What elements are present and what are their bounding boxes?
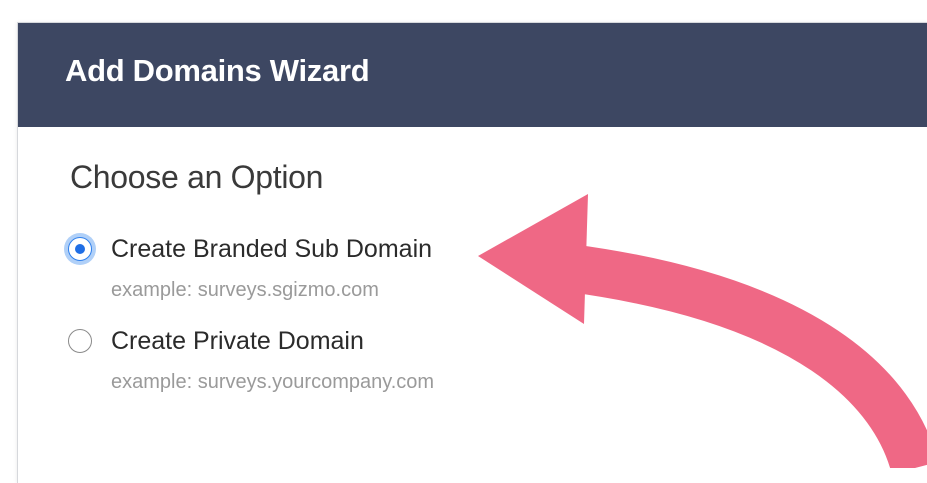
option-example-private-domain: example: surveys.yourcompany.com xyxy=(111,371,435,393)
wizard-header: Add Domains Wizard xyxy=(18,23,927,127)
section-title: Choose an Option xyxy=(70,159,324,195)
option-label-private-domain[interactable]: Create Private Domain xyxy=(111,327,364,356)
add-domains-wizard-dialog: Add Domains Wizard Choose an Option Crea… xyxy=(17,22,927,483)
radio-branded-sub-domain[interactable] xyxy=(68,237,92,261)
option-label-branded-sub-domain[interactable]: Create Branded Sub Domain xyxy=(111,235,432,264)
option-example-branded-sub-domain: example: surveys.sgizmo.com xyxy=(111,279,379,301)
radio-private-domain[interactable] xyxy=(68,329,92,353)
wizard-title: Add Domains Wizard xyxy=(65,53,370,88)
